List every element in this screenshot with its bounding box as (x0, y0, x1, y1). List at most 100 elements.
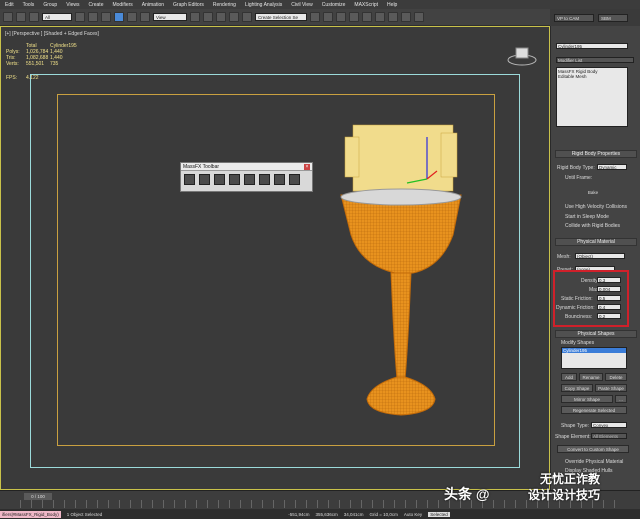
select-scale-icon[interactable] (140, 12, 150, 22)
stack-item-editable-mesh[interactable]: Editable Mesh (558, 74, 626, 79)
regenerate-selected-button[interactable]: Regenerate Selected (561, 406, 627, 414)
selection-filter-dropdown[interactable]: All (42, 13, 72, 21)
menu-maxscript[interactable]: MAXScript (354, 2, 378, 8)
paste-shape-button[interactable]: Paste Shape (595, 384, 627, 392)
shape-list[interactable]: Cylinder195 (561, 347, 627, 369)
collide-rigid-bodies-checkbox[interactable]: Collide with Rigid Bodies (565, 223, 620, 229)
menu-rendering[interactable]: Rendering (213, 2, 236, 8)
schematic-icon[interactable] (362, 12, 372, 22)
menu-group[interactable]: Group (43, 2, 57, 8)
convert-custom-shape-button[interactable]: Convert to Custom Shape (557, 445, 629, 453)
menu-civil-view[interactable]: Civil View (291, 2, 313, 8)
menu-animation[interactable]: Animation (142, 2, 164, 8)
until-frame-checkbox[interactable]: Until Frame: (565, 175, 592, 181)
redo-icon[interactable] (16, 12, 26, 22)
world-params-icon[interactable] (184, 174, 195, 185)
constraint-icon[interactable] (229, 174, 240, 185)
snap-icon[interactable] (203, 12, 213, 22)
curve-editor-icon[interactable] (349, 12, 359, 22)
massfx-toolbar[interactable]: MassFX Toolbar × (180, 162, 313, 192)
mirror-icon[interactable] (310, 12, 320, 22)
shape-type-dropdown[interactable]: Convex (591, 422, 627, 428)
select-by-name-icon[interactable] (88, 12, 98, 22)
menu-bar: Edit Tools Group Views Create Modifiers … (0, 0, 640, 9)
rigid-body-properties-header[interactable]: Rigid Body Properties (555, 150, 637, 158)
link-icon[interactable] (29, 12, 39, 22)
shape-type-label: Shape Type: (561, 423, 589, 429)
viewport-label[interactable]: [+] [Perspective ] [Shaded + Edged Faces… (5, 31, 99, 37)
percent-snap-icon[interactable] (229, 12, 239, 22)
rb-type-dropdown[interactable]: Dynamic (597, 164, 627, 170)
bake-button[interactable]: Bake (565, 189, 621, 197)
close-icon[interactable]: × (304, 164, 310, 170)
spinner-snap-icon[interactable] (242, 12, 252, 22)
reset-simulation-icon[interactable] (259, 174, 270, 185)
cloth-icon[interactable] (214, 174, 225, 185)
menu-edit[interactable]: Edit (5, 2, 14, 8)
angle-snap-icon[interactable] (216, 12, 226, 22)
viewcube-icon[interactable] (507, 45, 537, 67)
menu-help[interactable]: Help (387, 2, 397, 8)
start-sleep-checkbox[interactable]: Start in Sleep Mode (565, 214, 609, 220)
select-move-icon[interactable] (114, 12, 124, 22)
ragdoll-icon[interactable] (244, 174, 255, 185)
delete-shape-button[interactable]: Delete (605, 373, 627, 381)
modify-shapes-label: Modify Shapes (561, 340, 595, 346)
menu-customize[interactable]: Customize (322, 2, 346, 8)
y-coordinate[interactable]: 355,636cm (316, 512, 338, 517)
use-high-velocity-checkbox[interactable]: Use High Velocity Collisions (565, 204, 627, 210)
mesh-label: Mesh: (557, 254, 571, 260)
start-simulation-icon[interactable] (274, 174, 285, 185)
goblet-mesh[interactable] (331, 117, 481, 427)
x-coordinate[interactable]: -551,94cm (288, 512, 309, 517)
rigid-body-icon[interactable] (199, 174, 210, 185)
named-selection-dropdown[interactable]: Create Selection Se (255, 13, 307, 21)
highlight-box (553, 270, 629, 327)
perspective-viewport[interactable]: [+] [Perspective ] [Shaded + Edged Faces… (0, 26, 550, 490)
command-panel: Cylinder195 Modifier List MassFX Rigid B… (550, 26, 640, 490)
physical-material-header[interactable]: Physical Material (555, 238, 637, 246)
modifier-stack[interactable]: MassFX Rigid Body Editable Mesh (556, 67, 628, 127)
align-icon[interactable] (323, 12, 333, 22)
modifier-list-dropdown[interactable]: Modifier List (556, 57, 634, 63)
sbm-button[interactable]: SBM (598, 13, 628, 22)
mesh-dropdown[interactable]: (Object) (575, 253, 625, 259)
vp-to-cam-button[interactable]: VP to CAM (554, 13, 594, 22)
render-icon[interactable] (414, 12, 424, 22)
step-simulation-icon[interactable] (289, 174, 300, 185)
menu-modifiers[interactable]: Modifiers (112, 2, 132, 8)
menu-lighting-analysis[interactable]: Lighting Analysis (245, 2, 282, 8)
physical-shapes-header[interactable]: Physical Shapes (555, 330, 637, 338)
mirror-shape-button[interactable]: Mirror Shape (561, 395, 613, 403)
rect-region-icon[interactable] (101, 12, 111, 22)
reference-coordinate-dropdown[interactable]: View (153, 13, 187, 21)
render-setup-icon[interactable] (388, 12, 398, 22)
render-frame-icon[interactable] (401, 12, 411, 22)
watermark-right: 无忧正诈教 (540, 472, 601, 486)
menu-tools[interactable]: Tools (23, 2, 35, 8)
override-material-checkbox[interactable]: Override Physical Material (565, 459, 623, 465)
menu-graph-editors[interactable]: Graph Editors (173, 2, 204, 8)
time-slider[interactable]: 0 / 100 (24, 493, 52, 500)
copy-shape-button[interactable]: Copy Shape (561, 384, 593, 392)
menu-views[interactable]: Views (66, 2, 79, 8)
menu-create[interactable]: Create (88, 2, 103, 8)
add-shape-button[interactable]: Add (561, 373, 577, 381)
pivot-center-icon[interactable] (190, 12, 200, 22)
z-coordinate[interactable]: 34,041cm (344, 512, 364, 517)
shape-element-dropdown[interactable]: All Elements (591, 433, 627, 439)
rename-shape-button[interactable]: Rename (579, 373, 603, 381)
auto-key-button[interactable]: Auto Key (404, 512, 422, 517)
shape-list-item[interactable]: Cylinder195 (562, 348, 626, 353)
undo-icon[interactable] (3, 12, 13, 22)
select-object-icon[interactable] (75, 12, 85, 22)
mirror-options-button[interactable]: ... (615, 395, 627, 403)
layer-icon[interactable] (336, 12, 346, 22)
watermark-middle: 设计设计技巧 (528, 488, 601, 502)
object-name-field[interactable]: Cylinder195 (556, 43, 628, 49)
key-filter-dropdown[interactable]: Selected (428, 511, 450, 517)
select-rotate-icon[interactable] (127, 12, 137, 22)
material-editor-icon[interactable] (375, 12, 385, 22)
maxscript-listener[interactable]: ifiers|#MassFX_Rigid_Body) (0, 510, 61, 518)
massfx-toolbar-title[interactable]: MassFX Toolbar (181, 163, 312, 171)
